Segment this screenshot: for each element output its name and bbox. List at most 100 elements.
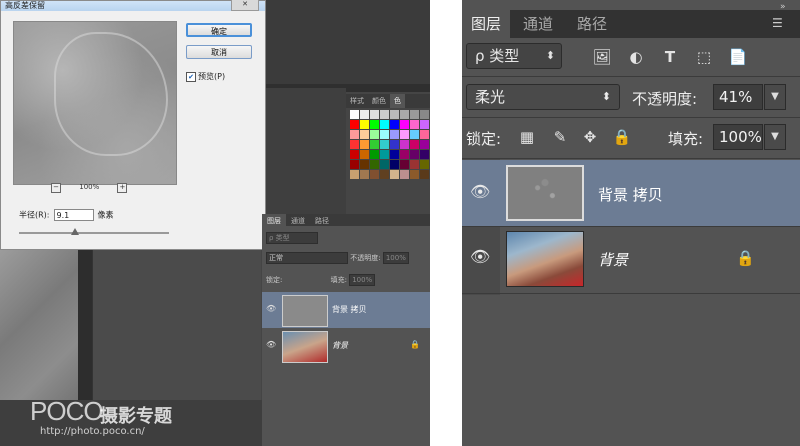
opacity-input[interactable]: 41% bbox=[713, 84, 763, 110]
color-swatch[interactable] bbox=[390, 130, 399, 139]
small-filter-select[interactable]: ρ 类型 bbox=[266, 232, 318, 244]
lock-image-pixels-icon[interactable]: ✎ bbox=[550, 127, 570, 147]
radius-slider-thumb[interactable] bbox=[71, 228, 79, 235]
lock-transparent-pixels-icon[interactable]: ▦ bbox=[517, 127, 537, 147]
small-layer-row[interactable]: 👁 背景 拷贝 bbox=[262, 292, 430, 328]
dialog-close-button[interactable]: ✕ bbox=[231, 0, 259, 11]
layer-row[interactable]: 👁 背景 🔒 bbox=[462, 227, 800, 293]
color-swatch[interactable] bbox=[380, 130, 389, 139]
color-swatch[interactable] bbox=[400, 110, 409, 119]
color-swatch[interactable] bbox=[400, 160, 409, 169]
canvas-scrollbar[interactable] bbox=[78, 250, 92, 400]
cancel-button[interactable]: 取消 bbox=[186, 45, 252, 59]
color-swatch[interactable] bbox=[410, 170, 419, 179]
color-swatch[interactable] bbox=[360, 130, 369, 139]
color-swatch[interactable] bbox=[400, 120, 409, 129]
color-swatch[interactable] bbox=[370, 120, 379, 129]
preview-checkbox-row[interactable]: ✔ 预览(P) bbox=[186, 71, 225, 82]
adjustment-filter-icon[interactable]: ◐ bbox=[626, 47, 646, 67]
color-swatch[interactable] bbox=[390, 110, 399, 119]
eye-icon[interactable]: 👁 bbox=[470, 182, 490, 202]
filter-preview[interactable] bbox=[13, 21, 177, 185]
radius-slider-track[interactable] bbox=[19, 232, 169, 234]
layer-row[interactable]: 👁 背景 拷贝 bbox=[462, 160, 800, 226]
color-swatch[interactable] bbox=[350, 160, 359, 169]
color-swatch[interactable] bbox=[420, 140, 429, 149]
color-swatch[interactable] bbox=[380, 140, 389, 149]
color-swatch[interactable] bbox=[380, 160, 389, 169]
color-swatch[interactable] bbox=[370, 140, 379, 149]
blend-mode-select[interactable]: 柔光 ⬍ bbox=[466, 84, 620, 110]
color-swatch[interactable] bbox=[390, 160, 399, 169]
color-swatch[interactable] bbox=[360, 150, 369, 159]
color-swatch[interactable] bbox=[370, 160, 379, 169]
color-swatch[interactable] bbox=[400, 150, 409, 159]
color-swatch[interactable] bbox=[350, 140, 359, 149]
tab-swatches[interactable]: 色 bbox=[390, 94, 405, 108]
color-swatch[interactable] bbox=[420, 130, 429, 139]
lock-position-icon[interactable]: ✥ bbox=[580, 127, 600, 147]
panel-menu-icon[interactable]: ☰ bbox=[772, 16, 783, 30]
color-swatch[interactable] bbox=[390, 120, 399, 129]
color-swatch[interactable] bbox=[380, 120, 389, 129]
color-swatch[interactable] bbox=[360, 170, 369, 179]
tab-channels[interactable]: 通道 bbox=[512, 10, 564, 38]
small-fill-input[interactable]: 100% bbox=[349, 274, 376, 286]
color-swatch[interactable] bbox=[370, 150, 379, 159]
color-swatch[interactable] bbox=[370, 130, 379, 139]
color-swatch[interactable] bbox=[410, 140, 419, 149]
small-layer-row[interactable]: 👁 背景 🔒 bbox=[262, 328, 430, 364]
color-swatch[interactable] bbox=[400, 140, 409, 149]
fill-dropdown-icon[interactable]: ▼ bbox=[764, 124, 786, 150]
eye-icon[interactable]: 👁 bbox=[266, 304, 276, 313]
color-swatch[interactable] bbox=[410, 110, 419, 119]
color-swatch[interactable] bbox=[410, 120, 419, 129]
color-swatch[interactable] bbox=[350, 110, 359, 119]
tab-paths[interactable]: 路径 bbox=[566, 10, 618, 38]
color-swatch[interactable] bbox=[370, 110, 379, 119]
color-swatch[interactable] bbox=[370, 170, 379, 179]
color-swatch[interactable] bbox=[350, 170, 359, 179]
color-swatch[interactable] bbox=[400, 170, 409, 179]
eye-icon[interactable]: 👁 bbox=[470, 247, 490, 267]
zoom-out-button[interactable]: − bbox=[51, 183, 61, 193]
small-opacity-input[interactable]: 100% bbox=[382, 252, 409, 264]
tab-paths[interactable]: 路径 bbox=[310, 214, 334, 228]
opacity-dropdown-icon[interactable]: ▼ bbox=[764, 84, 786, 110]
zoom-in-button[interactable]: + bbox=[117, 183, 128, 193]
color-swatch[interactable] bbox=[390, 150, 399, 159]
color-swatch[interactable] bbox=[390, 170, 399, 179]
radius-input[interactable]: 9.1 bbox=[53, 209, 94, 221]
shape-filter-icon[interactable]: ⬚ bbox=[694, 47, 714, 67]
tab-layers[interactable]: 图层 bbox=[262, 214, 286, 228]
type-filter-icon[interactable]: T bbox=[660, 47, 680, 67]
small-blend-select[interactable]: 正常 bbox=[266, 252, 348, 264]
color-swatch[interactable] bbox=[380, 110, 389, 119]
layer-name[interactable]: 背景 bbox=[598, 249, 628, 270]
color-swatch[interactable] bbox=[420, 160, 429, 169]
color-swatch[interactable] bbox=[350, 120, 359, 129]
tab-color[interactable]: 颜色 bbox=[368, 94, 390, 108]
tab-styles[interactable]: 样式 bbox=[346, 94, 368, 108]
preview-checkbox[interactable]: ✔ bbox=[186, 71, 196, 82]
layer-filter-select[interactable]: ρ 类型 ⬍ bbox=[466, 43, 562, 69]
color-swatch[interactable] bbox=[410, 160, 419, 169]
color-swatch[interactable] bbox=[380, 150, 389, 159]
color-swatch[interactable] bbox=[360, 120, 369, 129]
color-swatch[interactable] bbox=[420, 110, 429, 119]
color-swatch[interactable] bbox=[420, 120, 429, 129]
color-swatch[interactable] bbox=[420, 170, 429, 179]
color-swatch[interactable] bbox=[360, 140, 369, 149]
smart-object-filter-icon[interactable]: 📄 bbox=[728, 47, 748, 67]
color-swatch[interactable] bbox=[350, 150, 359, 159]
color-swatch[interactable] bbox=[410, 130, 419, 139]
dialog-titlebar[interactable]: 高反差保留 bbox=[1, 1, 265, 11]
color-swatch[interactable] bbox=[400, 130, 409, 139]
tab-channels[interactable]: 通道 bbox=[286, 214, 310, 228]
color-swatch[interactable] bbox=[380, 170, 389, 179]
color-swatch[interactable] bbox=[360, 160, 369, 169]
color-swatch[interactable] bbox=[390, 140, 399, 149]
fill-input[interactable]: 100% bbox=[713, 124, 763, 150]
eye-icon[interactable]: 👁 bbox=[266, 340, 276, 349]
color-swatch[interactable] bbox=[420, 150, 429, 159]
